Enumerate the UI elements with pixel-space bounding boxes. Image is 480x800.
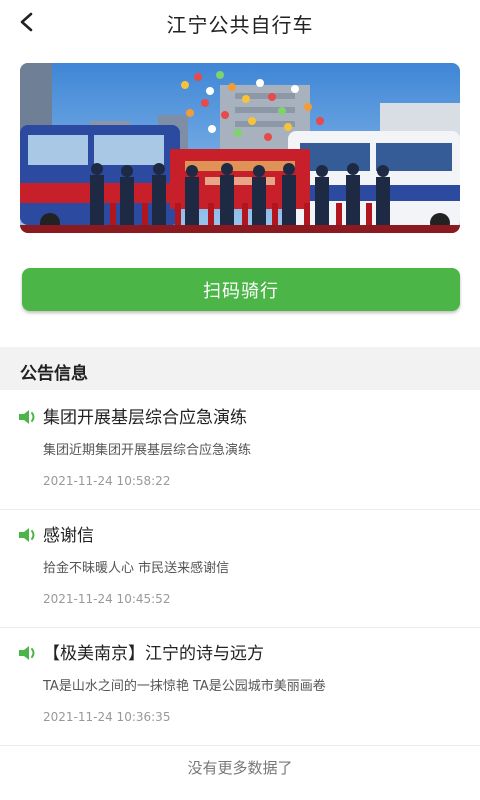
notice-desc: 拾金不昧暖人心 市民送来感谢信 xyxy=(43,561,230,576)
notice-title: 集团开展基层综合应急演练 xyxy=(43,408,247,428)
nav-bar: 江宁公共自行车 xyxy=(0,0,480,44)
page-title: 江宁公共自行车 xyxy=(166,13,314,37)
notice-desc: TA是山水之间的一抹惊艳 TA是公园城市美丽画卷 xyxy=(43,679,326,694)
notice-item[interactable]: 集团开展基层综合应急演练 集团近期集团开展基层综合应急演练 2021-11-24… xyxy=(0,392,480,510)
speaker-icon xyxy=(19,410,35,424)
notice-time: 2021-11-24 10:36:35 xyxy=(43,710,171,724)
notice-time: 2021-11-24 10:58:22 xyxy=(43,474,171,488)
ceremony-photo xyxy=(20,63,460,233)
notice-desc: 集团近期集团开展基层综合应急演练 xyxy=(43,443,252,458)
section-header: 公告信息 xyxy=(0,347,480,390)
notice-item[interactable]: 感谢信 拾金不昧暖人心 市民送来感谢信 2021-11-24 10:45:52 xyxy=(0,510,480,628)
no-more-data-text: 没有更多数据了 xyxy=(187,759,293,777)
speaker-icon xyxy=(19,528,35,542)
notice-title: 感谢信 xyxy=(43,526,94,546)
speaker-icon xyxy=(19,646,35,660)
section-title: 公告信息 xyxy=(20,364,88,384)
scan-ride-button[interactable]: 扫码骑行 xyxy=(22,268,460,311)
banner-image[interactable] xyxy=(20,63,460,233)
notice-item[interactable]: 【极美南京】江宁的诗与远方 TA是山水之间的一抹惊艳 TA是公园城市美丽画卷 2… xyxy=(0,628,480,746)
notice-time: 2021-11-24 10:45:52 xyxy=(43,592,171,606)
notice-title: 【极美南京】江宁的诗与远方 xyxy=(43,644,264,664)
